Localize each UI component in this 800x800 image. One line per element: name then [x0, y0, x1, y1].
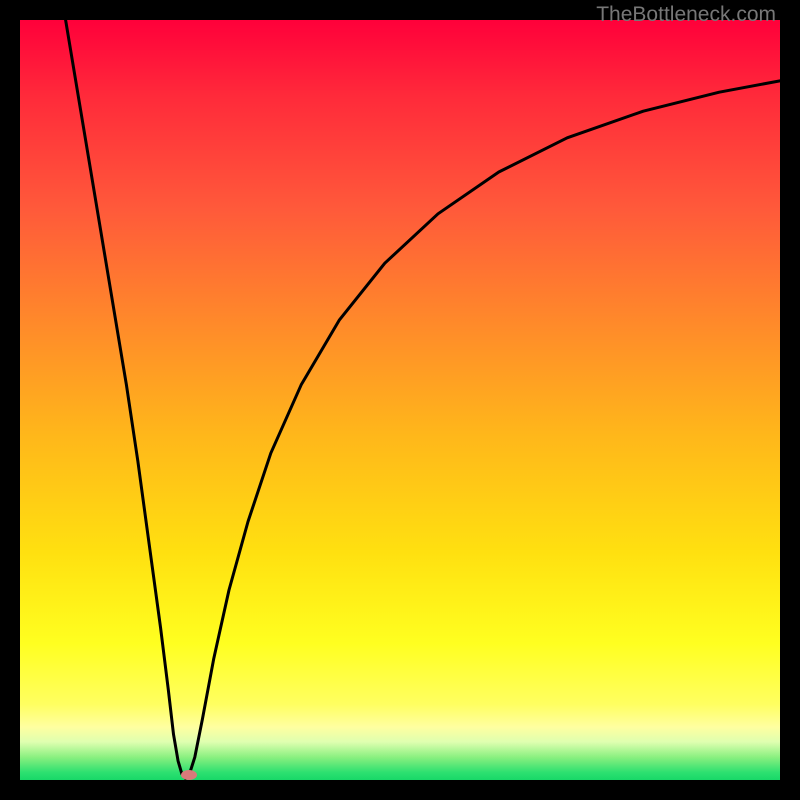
optimum-marker-icon — [181, 770, 197, 780]
bottleneck-curve — [20, 20, 780, 780]
attribution-text: TheBottleneck.com — [596, 3, 776, 27]
plot-area — [20, 20, 780, 780]
